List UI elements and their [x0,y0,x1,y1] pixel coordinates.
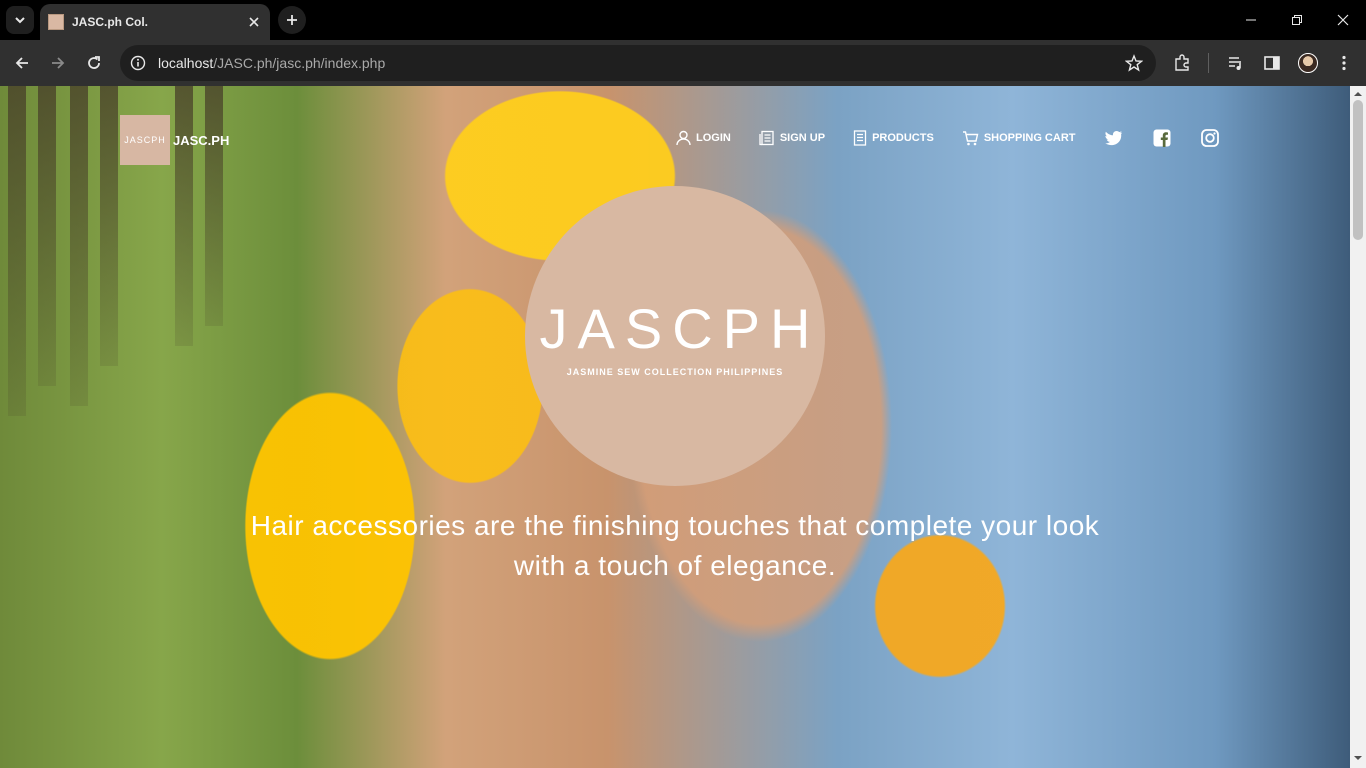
page-viewport: JASCPH JASC.PH LOGIN SIGN UP PRODUCTS SH… [0,86,1350,768]
minimize-icon [1246,19,1256,21]
instagram-icon [1200,129,1219,147]
scroll-up-icon[interactable] [1354,90,1362,98]
kebab-menu-icon [1342,55,1346,71]
nav-login[interactable]: LOGIN [676,130,731,146]
twitter-link[interactable] [1104,128,1124,148]
page-scrollbar[interactable] [1350,86,1366,768]
browser-toolbar: localhost/JASC.ph/jasc.ph/index.php [0,40,1366,86]
scrollbar-thumb[interactable] [1353,100,1363,240]
nav-products[interactable]: PRODUCTS [853,130,934,146]
tab-search-button[interactable] [6,6,34,34]
extensions-button[interactable] [1168,49,1196,77]
nav-sign-up[interactable]: SIGN UP [759,130,825,146]
close-window-button[interactable] [1320,0,1366,40]
reload-icon [88,56,100,69]
browser-tab[interactable]: JASC.ph Col. [40,4,270,40]
arrow-left-icon [15,57,28,69]
browser-titlebar: JASC.ph Col. [0,0,1366,40]
browser-menu-button[interactable] [1330,49,1358,77]
puzzle-icon [1175,54,1189,71]
instagram-link[interactable] [1200,128,1220,148]
facebook-link[interactable] [1152,128,1172,148]
toolbar-divider [1208,53,1209,73]
forward-button[interactable] [43,48,73,78]
plus-icon [287,15,297,25]
facebook-icon [1153,129,1170,147]
arrow-right-icon [52,57,65,69]
document-icon [853,130,867,146]
playlist-icon [1229,57,1241,70]
chevron-down-icon [15,17,25,24]
cart-icon [962,131,979,146]
hero-title: JASCPH [539,296,821,360]
brand-name: JASC.PH [173,132,230,148]
site-info-icon[interactable] [128,53,148,73]
close-icon [1337,14,1349,26]
reload-button[interactable] [79,48,109,78]
new-tab-button[interactable] [278,6,306,34]
back-button[interactable] [7,48,37,78]
hero-tagline: Hair accessories are the finishing touch… [250,510,1100,581]
tab-title: JASC.ph Col. [72,15,149,29]
restore-icon [1292,15,1302,25]
address-bar[interactable]: localhost/JASC.ph/jasc.ph/index.php [120,45,1156,81]
side-panel-button[interactable] [1258,49,1286,77]
bookmark-star-icon[interactable] [1124,53,1144,73]
profile-avatar[interactable] [1298,53,1318,73]
scroll-down-icon[interactable] [1354,754,1362,762]
form-icon [759,130,774,146]
hero-subtitle: JASMINE SEW COLLECTION PHILIPPINES [566,366,784,377]
nav-login-label: LOGIN [696,132,731,144]
user-icon [676,130,691,146]
side-panel-icon [1264,56,1280,70]
brand-logo: JASCPH [120,115,170,165]
hero-logo-circle: JASCPH JASMINE SEW COLLECTION PHILIPPINE… [525,186,825,486]
twitter-icon [1104,130,1122,146]
close-tab-icon[interactable] [244,12,264,32]
media-controls-button[interactable] [1222,49,1250,77]
brand-home-link[interactable]: JASCPH JASC.PH [120,115,229,165]
url-text: localhost/JASC.ph/jasc.ph/index.php [158,55,386,71]
nav-shopping-cart[interactable]: SHOPPING CART [962,130,1076,146]
nav-products-label: PRODUCTS [872,132,934,144]
nav-shopping-cart-label: SHOPPING CART [983,132,1076,144]
main-nav: LOGIN SIGN UP PRODUCTS SHOPPING CART [676,128,1248,148]
favicon-icon [48,14,64,30]
nav-sign-up-label: SIGN UP [779,132,826,144]
restore-button[interactable] [1274,0,1320,40]
minimize-button[interactable] [1228,0,1274,40]
